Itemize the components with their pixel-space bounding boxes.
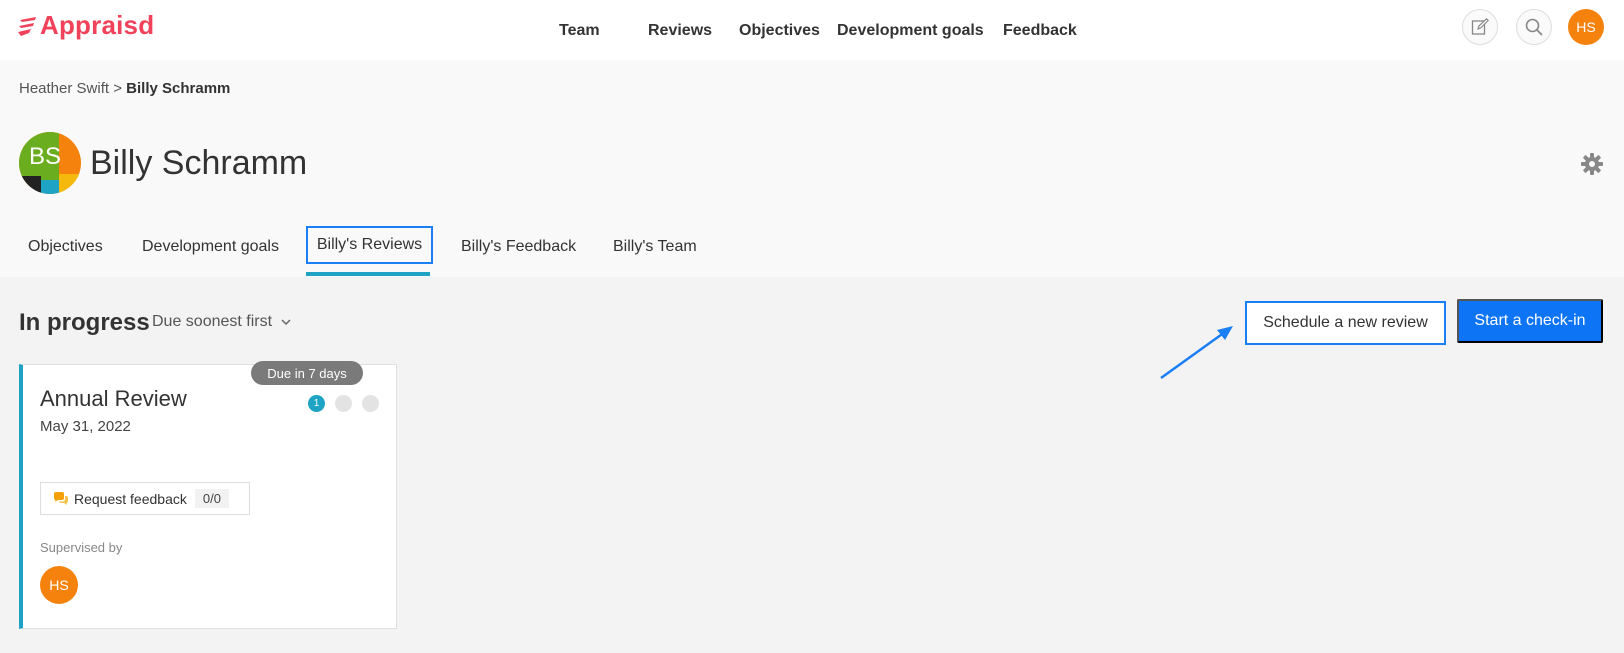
supervised-by-label: Supervised by <box>40 540 123 555</box>
compose-button[interactable] <box>1462 9 1498 45</box>
review-title[interactable]: Annual Review <box>40 386 187 412</box>
top-navigation-bar: Appraisd Team Reviews Objectives Develop… <box>0 0 1624 60</box>
breadcrumb-current: Billy Schramm <box>126 80 231 97</box>
section-title: In progress <box>19 309 150 336</box>
start-check-in-button[interactable]: Start a check-in <box>1457 299 1603 343</box>
chevron-down-icon <box>281 319 291 326</box>
supervisor-avatar[interactable]: HS <box>40 566 78 604</box>
review-step-indicator: 1 <box>308 395 325 412</box>
sort-label: Due soonest first <box>152 313 273 330</box>
tab-objectives[interactable]: Objectives <box>28 238 103 256</box>
nav-development-goals[interactable]: Development goals <box>837 22 984 40</box>
nav-feedback[interactable]: Feedback <box>1003 22 1077 40</box>
logo-text: Appraisd <box>40 10 155 40</box>
due-badge: Due in 7 days <box>251 361 363 385</box>
search-button[interactable] <box>1516 9 1552 45</box>
nav-objectives[interactable]: Objectives <box>739 22 820 40</box>
nav-reviews[interactable]: Reviews <box>648 22 712 40</box>
chat-bubbles-icon <box>54 491 68 505</box>
tab-billys-feedback[interactable]: Billy's Feedback <box>461 238 576 256</box>
review-step-indicator <box>362 395 379 412</box>
review-step-indicator <box>335 395 352 412</box>
review-date: May 31, 2022 <box>40 418 131 435</box>
gear-icon <box>1581 153 1603 175</box>
request-feedback-label: Request feedback <box>74 490 187 507</box>
settings-button[interactable] <box>1580 152 1604 181</box>
nav-team[interactable]: Team <box>559 22 600 40</box>
sort-dropdown[interactable]: Due soonest first <box>152 313 292 331</box>
breadcrumb: Heather Swift > Billy Schramm <box>19 80 230 97</box>
schedule-new-review-button[interactable]: Schedule a new review <box>1245 301 1446 345</box>
active-tab-indicator <box>306 272 430 276</box>
feedback-count: 0/0 <box>194 489 229 508</box>
request-feedback-button[interactable]: Request feedback 0/0 <box>40 482 250 515</box>
profile-initials: BS <box>28 143 61 170</box>
breadcrumb-parent[interactable]: Heather Swift <box>19 80 109 97</box>
logo-mark-icon <box>18 16 36 36</box>
search-icon <box>1525 18 1543 36</box>
annotation-arrow-icon <box>1160 326 1233 380</box>
profile-avatar: BS <box>19 132 81 194</box>
breadcrumb-separator: > <box>113 80 122 97</box>
tab-billys-team[interactable]: Billy's Team <box>613 238 697 256</box>
edit-icon <box>1471 18 1489 35</box>
tab-billys-reviews[interactable]: Billy's Reviews <box>306 226 433 264</box>
tab-development-goals[interactable]: Development goals <box>142 238 279 256</box>
profile-name: Billy Schramm <box>90 144 308 182</box>
appraisd-logo[interactable]: Appraisd <box>18 10 154 41</box>
user-avatar[interactable]: HS <box>1568 9 1604 45</box>
